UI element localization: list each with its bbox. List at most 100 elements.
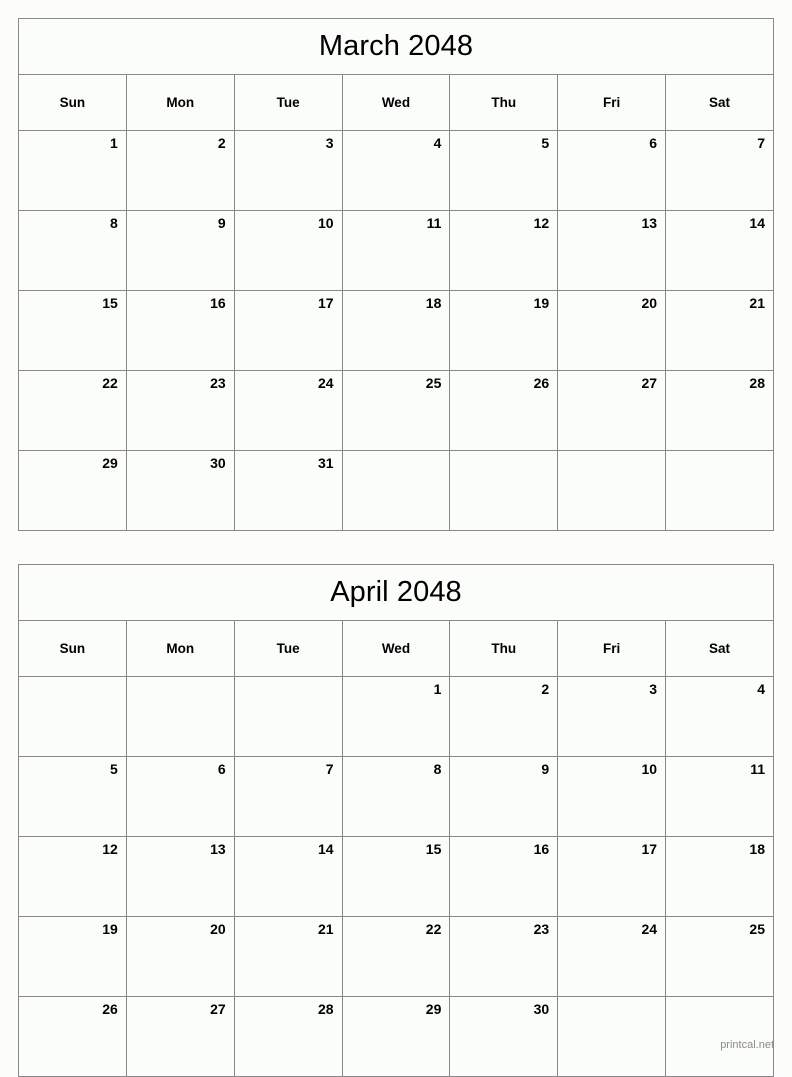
day-number: 28 (317, 1001, 334, 1017)
day-cell[interactable]: 16 (449, 836, 559, 917)
weekday-header-row: Sun Mon Tue Wed Thu Fri Sat (18, 74, 774, 131)
day-cell[interactable]: 4 (341, 130, 451, 211)
day-cell[interactable]: 7 (233, 756, 343, 837)
day-cell[interactable]: 28 (233, 996, 343, 1077)
day-cell[interactable]: 23 (449, 916, 559, 997)
day-cell[interactable]: 29 (18, 450, 127, 531)
day-cell[interactable]: 27 (125, 996, 235, 1077)
site-attribution[interactable]: printcal.net (720, 1038, 774, 1052)
day-cell[interactable]: 18 (665, 836, 774, 917)
day-cell[interactable]: 17 (233, 290, 343, 371)
day-cell[interactable]: 20 (125, 916, 235, 997)
weekday-header-tue: Tue (233, 620, 343, 677)
day-cell[interactable]: 7 (665, 130, 774, 211)
day-cell[interactable]: 12 (18, 836, 127, 917)
day-cell-empty[interactable] (18, 676, 127, 757)
day-cell[interactable]: 13 (557, 210, 667, 291)
day-number: 31 (317, 455, 334, 471)
day-cell[interactable]: 30 (449, 996, 559, 1077)
day-cell[interactable]: 24 (233, 370, 343, 451)
day-cell[interactable]: 1 (341, 676, 451, 757)
day-cell[interactable]: 19 (449, 290, 559, 371)
day-cell-empty[interactable] (125, 676, 235, 757)
day-cell[interactable]: 14 (665, 210, 774, 291)
day-cell[interactable]: 2 (449, 676, 559, 757)
day-cell-empty[interactable] (665, 996, 774, 1077)
day-number: 29 (425, 1001, 442, 1017)
day-cell[interactable]: 15 (341, 836, 451, 917)
day-number: 23 (533, 921, 550, 937)
weekday-header-sat: Sat (665, 620, 774, 677)
day-cell[interactable]: 25 (665, 916, 774, 997)
day-cell[interactable]: 28 (665, 370, 774, 451)
day-cell[interactable]: 1 (18, 130, 127, 211)
day-cell[interactable]: 13 (125, 836, 235, 917)
day-number: 5 (541, 135, 550, 151)
week-row: 1 2 3 4 (18, 676, 774, 757)
day-cell[interactable]: 21 (665, 290, 774, 371)
calendar-title-row: April 2048 (18, 564, 774, 621)
day-cell[interactable]: 22 (341, 916, 451, 997)
day-cell[interactable]: 14 (233, 836, 343, 917)
day-cell[interactable]: 29 (341, 996, 451, 1077)
day-cell[interactable]: 19 (18, 916, 127, 997)
day-cell[interactable]: 10 (233, 210, 343, 291)
day-cell-empty[interactable] (557, 450, 667, 531)
day-number: 21 (317, 921, 334, 937)
day-cell[interactable]: 20 (557, 290, 667, 371)
day-number: 12 (102, 841, 118, 857)
day-cell-empty[interactable] (341, 450, 451, 531)
day-number: 9 (541, 761, 550, 777)
day-cell[interactable]: 5 (449, 130, 559, 211)
day-cell[interactable]: 12 (449, 210, 559, 291)
day-cell[interactable]: 4 (665, 676, 774, 757)
day-number: 7 (757, 135, 765, 151)
day-cell[interactable]: 3 (557, 676, 667, 757)
week-row: 29 30 31 (18, 450, 774, 531)
day-cell[interactable]: 11 (341, 210, 451, 291)
day-number: 19 (533, 295, 550, 311)
day-cell[interactable]: 17 (557, 836, 667, 917)
day-cell-empty[interactable] (233, 676, 343, 757)
day-cell[interactable]: 11 (665, 756, 774, 837)
day-number: 8 (110, 215, 118, 231)
day-number: 23 (210, 375, 226, 391)
day-cell[interactable]: 5 (18, 756, 127, 837)
day-cell-empty[interactable] (557, 996, 667, 1077)
day-cell[interactable]: 26 (18, 996, 127, 1077)
day-number: 26 (533, 375, 550, 391)
day-cell[interactable]: 8 (18, 210, 127, 291)
day-cell[interactable]: 9 (449, 756, 559, 837)
day-cell[interactable]: 26 (449, 370, 559, 451)
day-cell[interactable]: 31 (233, 450, 343, 531)
day-cell[interactable]: 21 (233, 916, 343, 997)
day-cell[interactable]: 22 (18, 370, 127, 451)
day-number: 14 (317, 841, 334, 857)
day-cell[interactable]: 30 (125, 450, 235, 531)
day-number: 15 (102, 295, 118, 311)
day-number: 2 (541, 681, 550, 697)
day-number: 20 (210, 921, 226, 937)
day-cell[interactable]: 24 (557, 916, 667, 997)
day-cell[interactable]: 18 (341, 290, 451, 371)
day-number: 16 (210, 295, 226, 311)
day-cell[interactable]: 8 (341, 756, 451, 837)
day-cell[interactable]: 9 (125, 210, 235, 291)
week-row: 22 23 24 25 26 27 28 (18, 370, 774, 451)
day-number: 11 (426, 215, 442, 231)
day-cell[interactable]: 16 (125, 290, 235, 371)
week-row: 5 6 7 8 9 10 11 (18, 756, 774, 837)
day-cell-empty[interactable] (449, 450, 559, 531)
day-cell[interactable]: 3 (233, 130, 343, 211)
day-cell[interactable]: 25 (341, 370, 451, 451)
day-cell-empty[interactable] (665, 450, 774, 531)
day-cell[interactable]: 6 (125, 756, 235, 837)
day-cell[interactable]: 2 (125, 130, 235, 211)
day-cell[interactable]: 27 (557, 370, 667, 451)
day-number: 1 (433, 681, 442, 697)
day-cell[interactable]: 23 (125, 370, 235, 451)
day-cell[interactable]: 10 (557, 756, 667, 837)
day-cell[interactable]: 6 (557, 130, 667, 211)
day-number: 25 (425, 375, 442, 391)
day-cell[interactable]: 15 (18, 290, 127, 371)
